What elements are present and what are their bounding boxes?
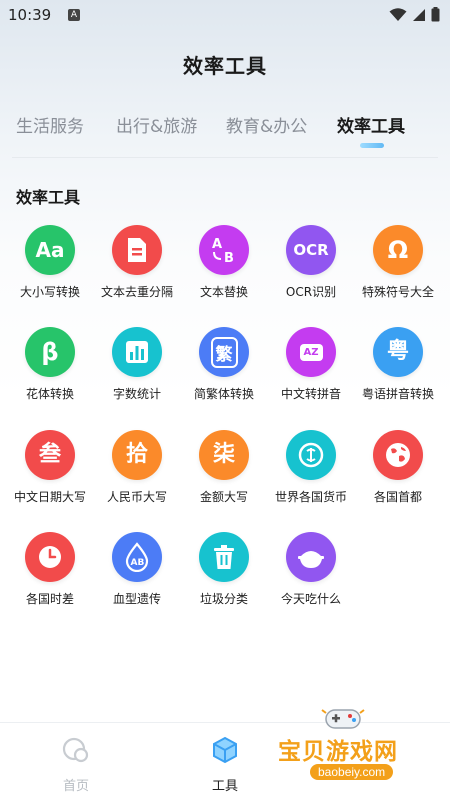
- tool-blood-type[interactable]: AB 血型遗传: [94, 532, 180, 607]
- document-icon: [112, 225, 162, 275]
- svg-text:A: A: [212, 237, 222, 252]
- tool-date-uppercase[interactable]: 叁 中文日期大写: [7, 430, 93, 505]
- case-convert-icon: Aa: [25, 225, 75, 275]
- tool-label: 各国时差: [25, 592, 74, 606]
- tool-cantonese[interactable]: 粤 粤语拼音转换: [355, 327, 441, 402]
- tab-travel[interactable]: 出行&旅游: [116, 112, 197, 137]
- globe-icon: [373, 430, 423, 480]
- section-title: 效率工具: [16, 188, 81, 207]
- beta-glyph: β: [41, 338, 59, 366]
- tool-label: 世界各国货币: [274, 490, 347, 504]
- box-icon: [213, 736, 237, 764]
- traditional-char-glyph: 繁: [210, 336, 238, 368]
- tool-time-difference[interactable]: 各国时差: [7, 532, 93, 607]
- tool-label: 大小写转换: [19, 285, 80, 299]
- page-title: 效率工具: [183, 54, 267, 78]
- tab-life-services[interactable]: 生活服务: [16, 112, 84, 137]
- tool-label: 今天吃什么: [280, 592, 341, 606]
- nav-home-label: 首页: [62, 779, 89, 794]
- category-tabs: 生活服务 出行&旅游 教育&办公 效率工具: [16, 112, 446, 142]
- pinyin-icon: AZ: [286, 327, 336, 377]
- tool-world-capitals[interactable]: 各国首都: [355, 430, 441, 505]
- beta-icon: β: [25, 327, 75, 377]
- clock-icon: [25, 532, 75, 582]
- nav-home[interactable]: 首页: [36, 735, 116, 794]
- tool-garbage-sorting[interactable]: 垃圾分类: [181, 532, 267, 607]
- replace-icon: AB: [199, 225, 249, 275]
- wifi-icon: [389, 7, 407, 21]
- tool-label: 各国首都: [373, 490, 422, 504]
- tool-label: 简繁体转换: [193, 387, 254, 401]
- tool-amount-uppercase[interactable]: 柒 金额大写: [181, 430, 267, 505]
- tool-label: 花体转换: [25, 387, 74, 401]
- tab-education-office[interactable]: 教育&办公: [226, 112, 307, 137]
- tool-text-dedupe[interactable]: 文本去重分隔: [94, 225, 180, 300]
- cantonese-icon: 粤: [373, 327, 423, 377]
- omega-icon: Ω: [373, 225, 423, 275]
- home-icon: [62, 737, 89, 763]
- tool-label: OCR识别: [285, 285, 337, 299]
- tool-label: 中文转拼音: [280, 387, 341, 401]
- tool-rmb-uppercase[interactable]: 拾 人民币大写: [94, 430, 180, 505]
- signal-icon: [413, 8, 425, 21]
- gamepad-icon: [321, 709, 365, 729]
- status-bar: 10:39 A: [0, 0, 450, 32]
- shi-char-icon: 拾: [112, 430, 162, 480]
- tool-fancy-text[interactable]: β 花体转换: [7, 327, 93, 402]
- money-icon: [286, 430, 336, 480]
- tool-label: 粤语拼音转换: [361, 387, 434, 401]
- blood-drop-icon: AB: [112, 532, 162, 582]
- tool-what-to-eat[interactable]: 今天吃什么: [268, 532, 354, 607]
- san-char-icon: 叁: [25, 430, 75, 480]
- tool-case-convert[interactable]: Aa 大小写转换: [7, 225, 93, 300]
- tool-pinyin[interactable]: AZ 中文转拼音: [268, 327, 354, 402]
- case-convert-glyph: Aa: [35, 238, 65, 262]
- tool-label: 文本替换: [199, 285, 248, 299]
- tool-label: 中文日期大写: [13, 490, 86, 504]
- tool-label: 人民币大写: [106, 490, 167, 504]
- pinyin-glyph: AZ: [299, 343, 323, 361]
- san-char-glyph: 叁: [38, 442, 61, 467]
- bar-chart-icon: [112, 327, 162, 377]
- tab-efficiency-tools[interactable]: 效率工具: [337, 112, 405, 137]
- bowl-icon: [286, 532, 336, 582]
- watermark-text: 宝贝游戏网: [278, 739, 398, 765]
- nav-tools[interactable]: 工具: [185, 735, 265, 794]
- tool-label: 特殊符号大全: [361, 285, 434, 299]
- tool-label: 文本去重分隔: [100, 285, 173, 299]
- tool-label: 垃圾分类: [199, 592, 248, 606]
- battery-icon: [431, 7, 440, 22]
- qi-char-icon: 柒: [199, 430, 249, 480]
- status-icons: [389, 7, 440, 22]
- tool-text-replace[interactable]: AB 文本替换: [181, 225, 267, 300]
- tabs-divider: [12, 157, 438, 158]
- tool-label: 血型遗传: [112, 592, 161, 606]
- blood-type-glyph: AB: [131, 558, 145, 568]
- ocr-glyph: OCR: [293, 240, 329, 259]
- tool-special-symbols[interactable]: Ω 特殊符号大全: [355, 225, 441, 300]
- tool-word-count[interactable]: 字数统计: [94, 327, 180, 402]
- svg-text:B: B: [224, 251, 234, 265]
- omega-glyph: Ω: [387, 236, 409, 264]
- tool-ocr[interactable]: OCR OCR识别: [268, 225, 354, 300]
- watermark: 宝贝游戏网 baobeiy.com: [268, 700, 438, 792]
- tool-label: 字数统计: [112, 387, 161, 401]
- tool-simp-trad[interactable]: 繁 简繁体转换: [181, 327, 267, 402]
- qi-char-glyph: 柒: [212, 442, 235, 467]
- watermark-url: baobeiy.com: [310, 764, 394, 780]
- nav-tools-label: 工具: [211, 779, 238, 794]
- tool-label: 金额大写: [199, 490, 248, 504]
- shi-char-glyph: 拾: [125, 442, 148, 467]
- cantonese-glyph: 粤: [386, 339, 409, 364]
- tool-world-currency[interactable]: 世界各国货币: [268, 430, 354, 505]
- ocr-icon: OCR: [286, 225, 336, 275]
- notification-badge: A: [68, 9, 80, 21]
- traditional-char-icon: 繁: [199, 327, 249, 377]
- trash-icon: [199, 532, 249, 582]
- status-time: 10:39: [8, 6, 52, 24]
- active-tab-indicator: [360, 143, 384, 148]
